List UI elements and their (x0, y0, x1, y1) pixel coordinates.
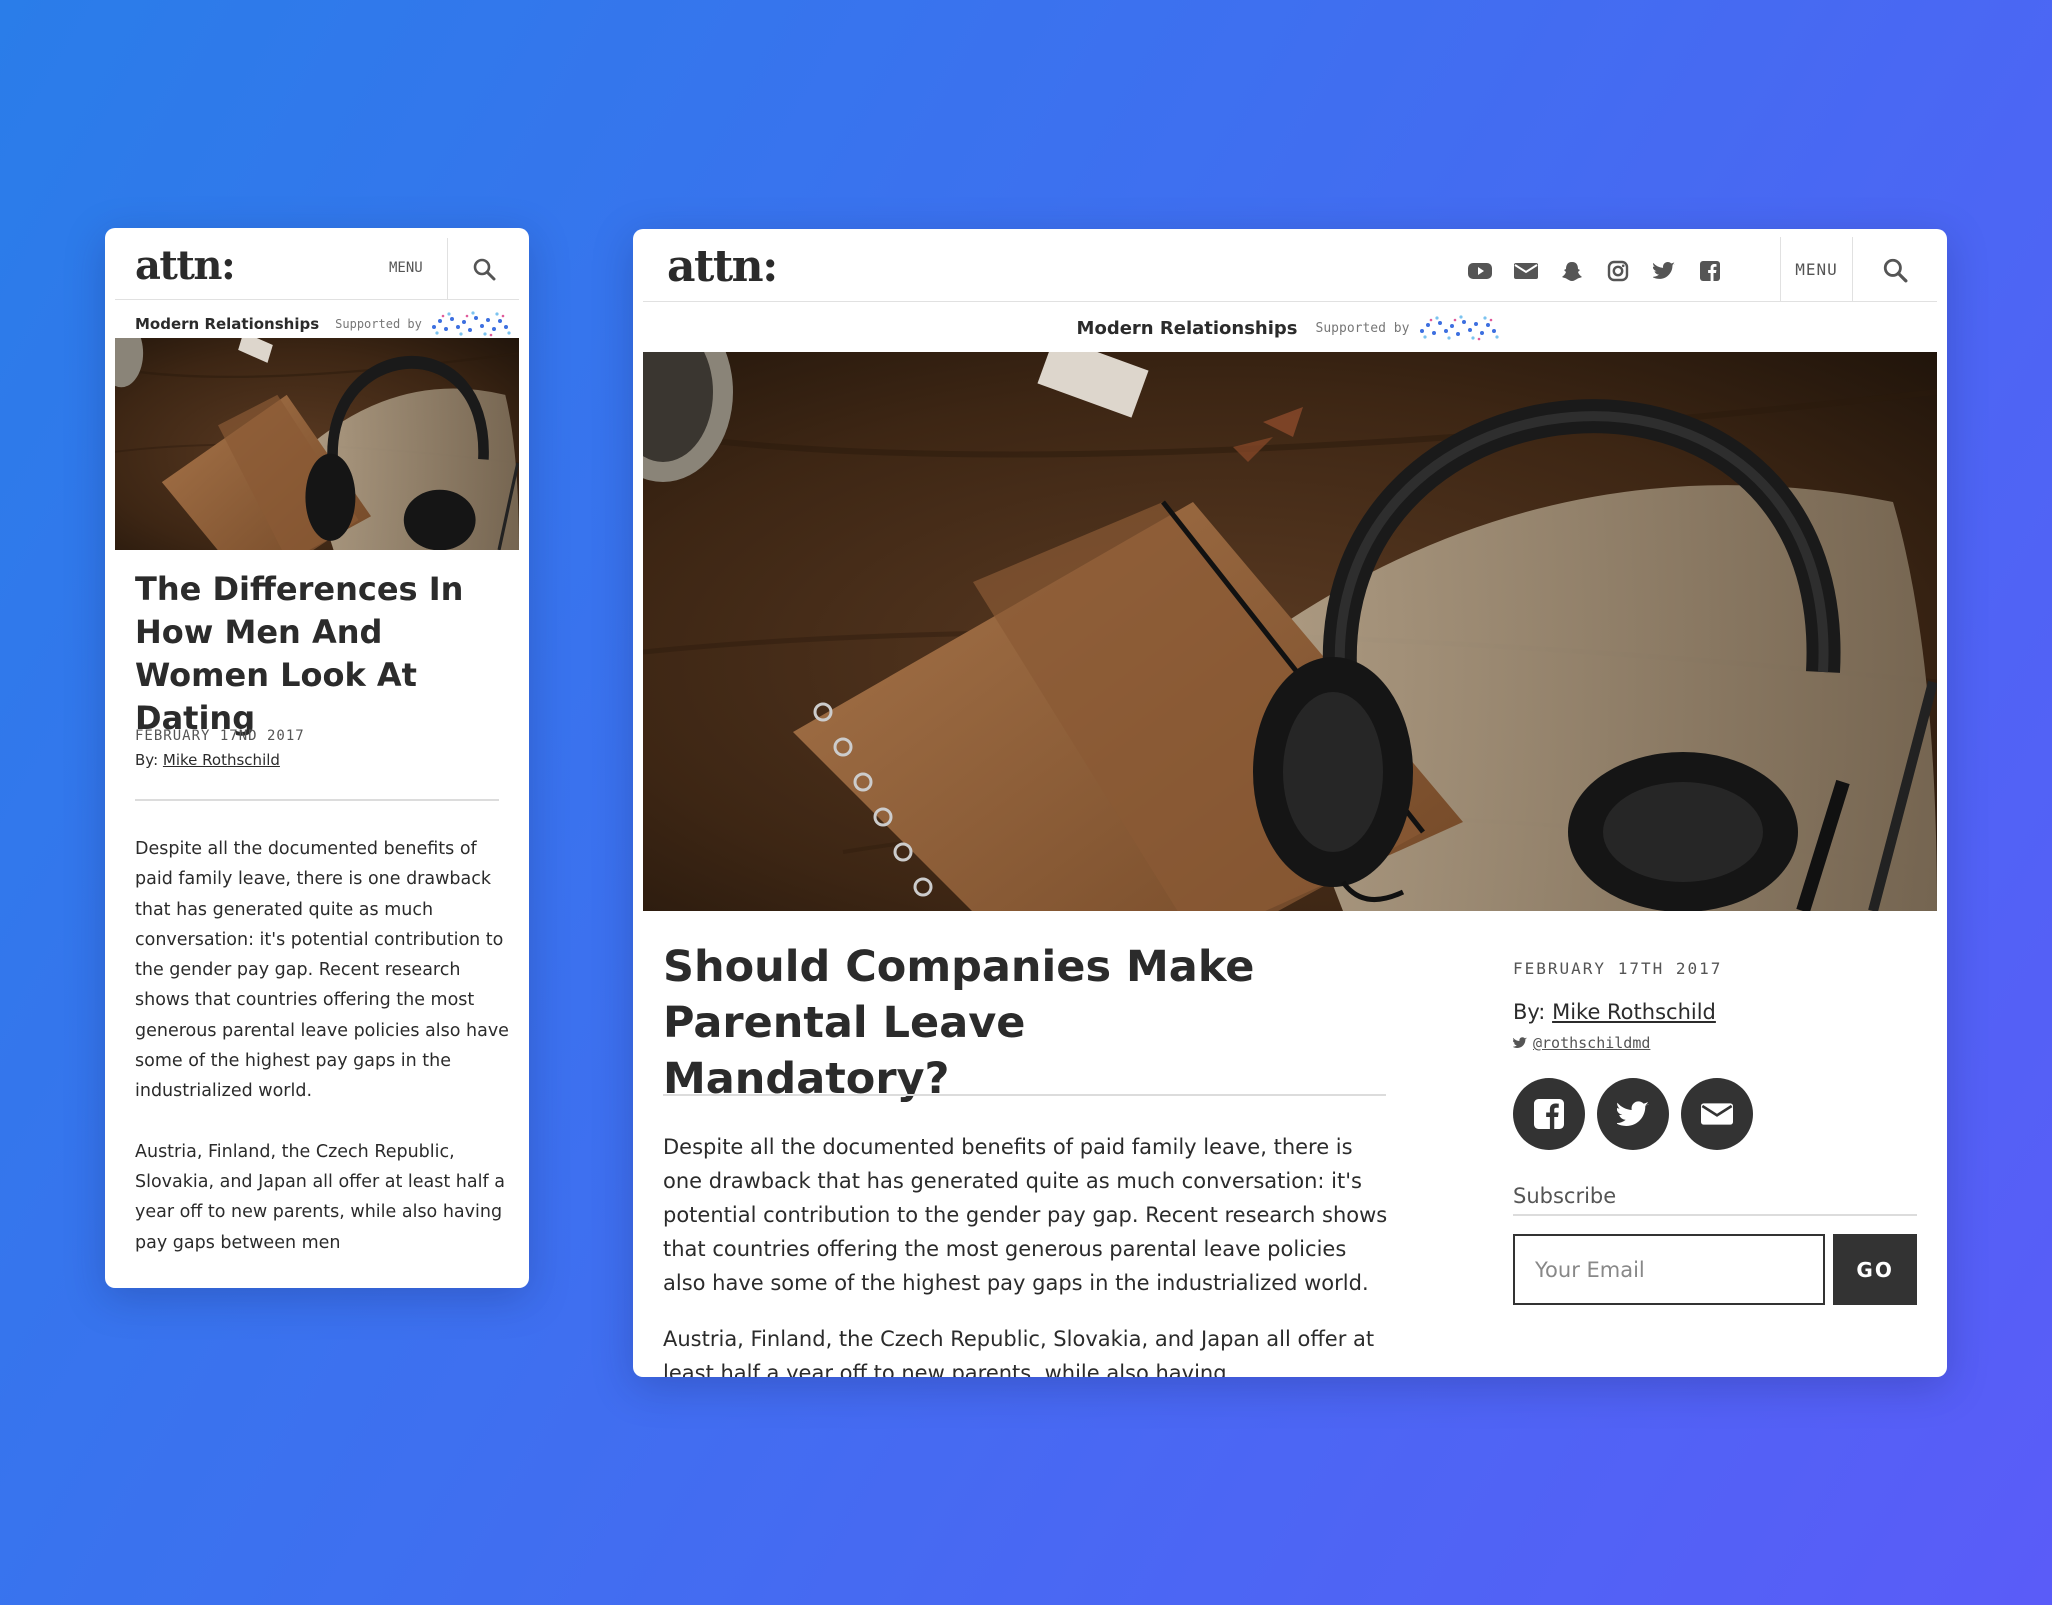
share-twitter-button[interactable] (1597, 1078, 1669, 1150)
sponsor-logo (431, 311, 511, 337)
site-logo[interactable]: attn: (135, 242, 236, 289)
instagram-icon[interactable] (1606, 259, 1630, 283)
supported-by-label: Supported by (335, 317, 422, 331)
subscribe-form: GO (1513, 1234, 1917, 1305)
search-icon (473, 258, 495, 281)
author-link[interactable]: Mike Rothschild (1552, 1000, 1716, 1024)
share-facebook-button[interactable] (1513, 1078, 1585, 1150)
email-field[interactable] (1513, 1234, 1826, 1305)
by-prefix: By: (135, 751, 159, 769)
mobile-preview: attn: MENU Modern Relationships Supporte… (105, 228, 529, 1288)
sponsor-logo (1420, 315, 1500, 341)
article-title: Should Companies Make Parental Leave Man… (663, 942, 1255, 1104)
byline: By: Mike Rothschild (135, 751, 280, 769)
twitter-icon[interactable] (1652, 259, 1676, 283)
body-paragraph: Despite all the documented benefits of p… (663, 1135, 1388, 1295)
desktop-header: attn: MENU (643, 229, 1937, 302)
twitter-handle-link[interactable]: @rothschildmd (1533, 1034, 1650, 1052)
mobile-header: attn: MENU (115, 228, 519, 300)
article-date: FEBRUARY 17ND 2017 (135, 728, 305, 744)
menu-button[interactable]: MENU (389, 260, 423, 276)
twitter-icon (1617, 1100, 1649, 1126)
divider (663, 1094, 1386, 1096)
desktop-preview: attn: MENU Modern Relationships Supporte… (633, 229, 1947, 1377)
hero-image (643, 352, 1937, 911)
divider (135, 799, 499, 801)
author-link[interactable]: Mike Rothschild (163, 751, 280, 769)
twitter-handle-row: @rothschildmd (1513, 1034, 1917, 1052)
search-icon (1883, 258, 1908, 282)
article-body: Despite all the documented benefits of p… (663, 1130, 1393, 1377)
facebook-icon[interactable] (1698, 259, 1722, 283)
body-paragraph: Despite all the documented benefits of p… (135, 839, 509, 1102)
menu-button[interactable]: MENU (1780, 237, 1853, 302)
topic-bar: Modern Relationships Supported by (633, 311, 1947, 345)
mail-icon (1701, 1103, 1733, 1125)
byline: By: Mike Rothschild (1513, 1000, 1917, 1024)
body-paragraph: Austria, Finland, the Czech Republic, Sl… (135, 1141, 505, 1253)
search-button[interactable] (1853, 237, 1937, 302)
hero-image (115, 338, 519, 550)
supported-by-label: Supported by (1315, 320, 1410, 336)
topic-link[interactable]: Modern Relationships (135, 315, 319, 333)
twitter-icon (1513, 1037, 1527, 1049)
snapchat-icon[interactable] (1560, 259, 1584, 283)
subscribe-go-button[interactable]: GO (1833, 1234, 1917, 1305)
share-buttons (1513, 1078, 1917, 1150)
topic-bar: Modern Relationships Supported by (135, 311, 514, 337)
body-paragraph: Austria, Finland, the Czech Republic, Sl… (663, 1327, 1375, 1377)
article-body: Despite all the documented benefits of p… (135, 834, 510, 1288)
share-email-button[interactable] (1681, 1078, 1753, 1150)
article-title: The Differences In How Men And Women Loo… (135, 570, 464, 737)
article-sidebar: FEBRUARY 17TH 2017 By: Mike Rothschild @… (1513, 959, 1917, 1305)
mail-icon[interactable] (1514, 259, 1538, 283)
subscribe-heading: Subscribe (1513, 1184, 1917, 1216)
youtube-icon[interactable] (1468, 259, 1492, 283)
search-button[interactable] (447, 238, 519, 300)
topic-link[interactable]: Modern Relationships (1077, 318, 1298, 339)
article-date: FEBRUARY 17TH 2017 (1513, 959, 1723, 978)
by-prefix: By: (1513, 1000, 1546, 1024)
site-logo[interactable]: attn: (667, 241, 778, 292)
facebook-icon (1534, 1099, 1564, 1129)
social-icons (1468, 259, 1722, 283)
